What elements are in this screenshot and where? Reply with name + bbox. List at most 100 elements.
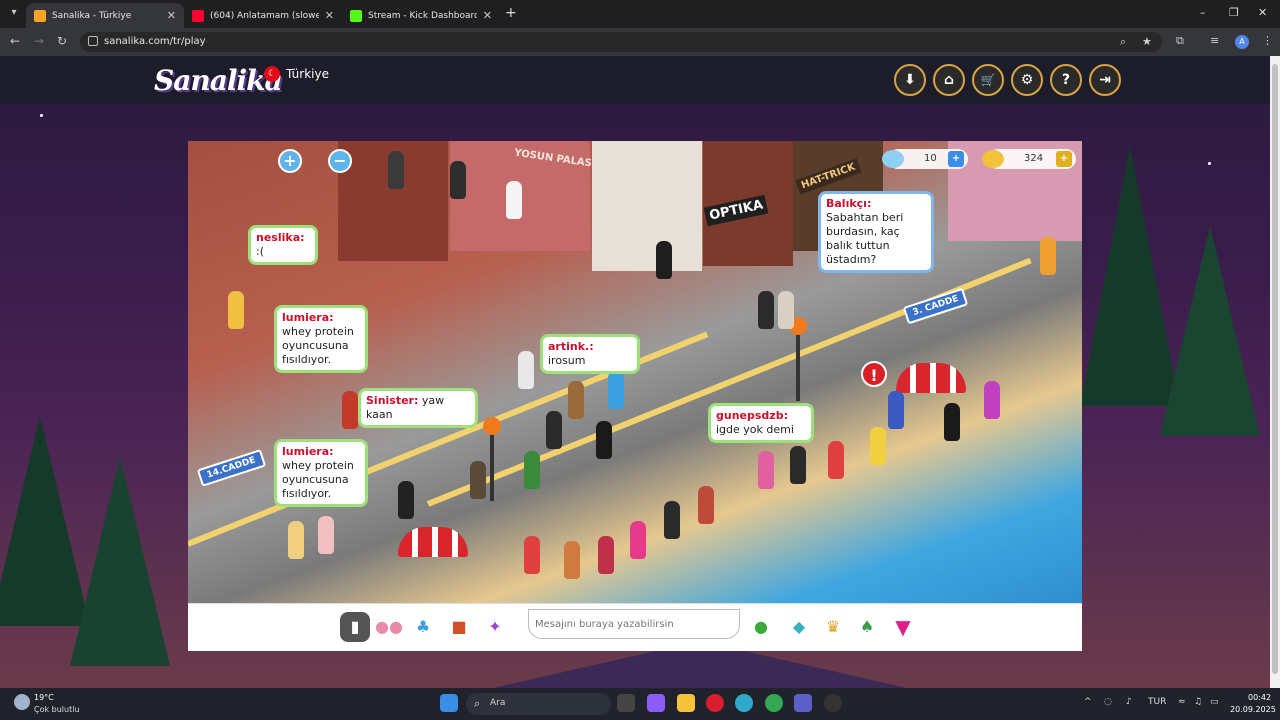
heart-icon[interactable]: ▼	[888, 612, 918, 642]
close-window-button[interactable]: ✕	[1258, 6, 1267, 19]
logout-button[interactable]: ⇥	[1089, 64, 1121, 96]
avatar-character[interactable]	[568, 381, 584, 419]
avatar-character[interactable]	[758, 291, 774, 329]
chat-username[interactable]: Sinister:	[366, 394, 418, 407]
media-queue-icon[interactable]: ≡	[1210, 34, 1219, 47]
reload-icon[interactable]: ↻	[57, 34, 67, 48]
file-explorer-icon[interactable]	[677, 694, 695, 712]
avatar-character[interactable]	[664, 501, 680, 539]
pet-icon[interactable]: ◆	[784, 612, 814, 642]
chat-message-input[interactable]	[528, 609, 740, 639]
tab-search-icon[interactable]: ▾	[6, 5, 22, 21]
help-button[interactable]: ?	[1050, 64, 1082, 96]
forward-icon[interactable]: →	[34, 34, 44, 48]
avatar-character[interactable]	[828, 441, 844, 479]
avatar-character[interactable]	[288, 521, 304, 559]
avatar-character[interactable]	[398, 481, 414, 519]
new-tab-button[interactable]: +	[505, 5, 517, 21]
edge-icon[interactable]	[735, 694, 753, 712]
chat-username[interactable]: lumiera:	[282, 311, 334, 324]
avatar-character[interactable]	[598, 536, 614, 574]
weather-temperature[interactable]: 19°C	[34, 693, 54, 702]
alert-icon[interactable]: !	[861, 361, 887, 387]
phone-icon[interactable]: ▮	[340, 612, 370, 642]
zoom-icon[interactable]: ⌕	[1120, 35, 1126, 49]
avatar-character[interactable]	[790, 446, 806, 484]
avatar-character[interactable]	[546, 411, 562, 449]
clothes-icon[interactable]: ♣	[408, 612, 438, 642]
close-tab-icon[interactable]: ✕	[167, 9, 176, 22]
weather-cloud-icon[interactable]	[14, 694, 30, 710]
tab-sanalika[interactable]: Sanalika - Türkiye ✕	[26, 3, 184, 28]
avatar-character[interactable]	[870, 427, 886, 465]
buy-diamonds-button[interactable]: +	[948, 151, 964, 167]
chat-bubbles-icon[interactable]: ●	[746, 612, 776, 642]
settings-button[interactable]: ⚙	[1011, 64, 1043, 96]
avatar-character[interactable]	[1040, 237, 1056, 275]
avatar-character[interactable]	[984, 381, 1000, 419]
weather-description[interactable]: Çok bulutlu	[34, 705, 80, 714]
chat-username[interactable]: Balıkçı:	[826, 197, 871, 210]
tab-youtube[interactable]: (604) Anlatamam (slowed) - You ✕	[184, 3, 342, 28]
dance-icon[interactable]: ✦	[480, 612, 510, 642]
zoom-in-button[interactable]: +	[278, 149, 302, 173]
language-indicator[interactable]: TUR	[1148, 697, 1166, 707]
close-tab-icon[interactable]: ✕	[483, 9, 492, 22]
chat-username[interactable]: neslika:	[256, 231, 305, 244]
minimize-button[interactable]: –	[1200, 6, 1206, 19]
profile-avatar[interactable]: A	[1235, 35, 1249, 49]
network-tray-icon[interactable]: ◌	[1104, 697, 1112, 707]
battery-icon[interactable]: ▭	[1210, 697, 1219, 707]
tab-kick[interactable]: Stream - Kick Dashboard ✕	[342, 3, 500, 28]
sanalika-logo[interactable]: Sanalika	[154, 64, 283, 97]
close-tab-icon[interactable]: ✕	[325, 9, 334, 22]
home-button[interactable]: ⌂	[933, 64, 965, 96]
chat-username[interactable]: gunepsdzb:	[716, 409, 788, 422]
chat-username[interactable]: lumiera:	[282, 445, 334, 458]
obs-icon[interactable]	[824, 694, 842, 712]
extensions-icon[interactable]: ⧉	[1176, 34, 1184, 48]
avatar-character[interactable]	[524, 536, 540, 574]
avatar-character[interactable]	[228, 291, 244, 329]
avatar-character[interactable]	[318, 516, 334, 554]
avatar-character[interactable]	[470, 461, 486, 499]
avatar-character[interactable]	[944, 403, 960, 441]
avatar-character[interactable]	[524, 451, 540, 489]
copilot-icon[interactable]	[647, 694, 665, 712]
buy-coins-button[interactable]: +	[1056, 151, 1072, 167]
site-info-icon[interactable]	[88, 36, 98, 46]
taskbar-search-text[interactable]: Ara	[490, 698, 505, 708]
wifi-icon[interactable]: ≈	[1178, 697, 1186, 707]
avatar-character[interactable]	[388, 151, 404, 189]
bookmark-star-icon[interactable]: ★	[1142, 35, 1152, 48]
shoes-icon[interactable]: ●●	[374, 612, 404, 642]
avatar-character[interactable]	[698, 486, 714, 524]
avatar-character[interactable]	[630, 521, 646, 559]
taskbar-search[interactable]: ⌕ Ara	[466, 693, 611, 715]
clock-time[interactable]: 00:42	[1248, 693, 1271, 702]
avatar-character[interactable]	[888, 391, 904, 429]
zoom-out-button[interactable]: −	[328, 149, 352, 173]
game-canvas[interactable]: YOSUN PALAS OPTIKA HAT-TRICK 3. CADDE 14…	[188, 141, 1082, 603]
avatar-character[interactable]	[656, 241, 672, 279]
avatar-character[interactable]	[596, 421, 612, 459]
url-text[interactable]: sanalika.com/tr/play	[104, 36, 206, 47]
avatar-character[interactable]	[778, 291, 794, 329]
opera-icon[interactable]	[706, 694, 724, 712]
windows-start-icon[interactable]	[440, 694, 458, 712]
bag-icon[interactable]: ■	[444, 612, 474, 642]
trophy-icon[interactable]: ♛	[818, 612, 848, 642]
shop-button[interactable]: 🛒	[972, 64, 1004, 96]
tray-overflow-icon[interactable]: ^	[1084, 697, 1092, 707]
maximize-button[interactable]: ❐	[1229, 6, 1239, 19]
chat-username[interactable]: artink.:	[548, 340, 594, 353]
avatar-character[interactable]	[758, 451, 774, 489]
menu-kebab-icon[interactable]: ⋮	[1262, 34, 1273, 47]
back-icon[interactable]: ←	[10, 34, 20, 48]
avatar-character[interactable]	[608, 371, 624, 409]
address-bar[interactable]: sanalika.com/tr/play ⌕ ★	[80, 32, 1162, 52]
island-icon[interactable]: ♠	[852, 612, 882, 642]
clock-date[interactable]: 20.09.2025	[1230, 705, 1276, 714]
chrome-icon[interactable]	[765, 694, 783, 712]
task-view-icon[interactable]	[617, 694, 635, 712]
